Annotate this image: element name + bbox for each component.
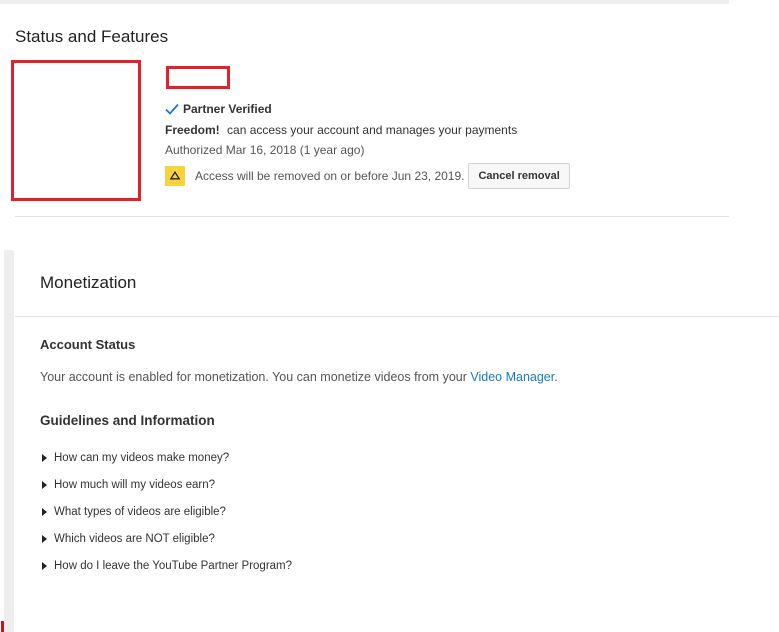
account-status-sentence: Your account is enabled for monetization… <box>40 370 471 384</box>
cancel-removal-button[interactable]: Cancel removal <box>468 162 570 189</box>
faq-item-make-money[interactable]: How can my videos make money? <box>42 444 292 471</box>
faq-item-earnings[interactable]: How much will my videos earn? <box>42 471 292 498</box>
access-description: Freedom! can access your account and man… <box>165 123 517 137</box>
check-icon <box>165 103 179 115</box>
partner-verified-label: Partner Verified <box>183 102 272 116</box>
faq-label: How much will my videos earn? <box>54 478 216 491</box>
faq-item-eligible-types[interactable]: What types of videos are eligible? <box>42 498 292 525</box>
faq-label: Which videos are NOT eligible? <box>54 532 215 545</box>
manager-name: Freedom! <box>165 123 220 137</box>
left-red-marker <box>1 621 4 632</box>
status-section-title: Status and Features <box>15 27 169 46</box>
faq-label: How can my videos make money? <box>54 451 230 464</box>
faq-item-leave-program[interactable]: How do I leave the YouTube Partner Progr… <box>42 552 292 579</box>
removal-warning-row: Access will be removed on or before Jun … <box>165 162 570 189</box>
left-rail <box>4 250 14 632</box>
account-status-title: Account Status <box>40 337 136 352</box>
authorized-date: Authorized Mar 16, 2018 (1 year ago) <box>165 143 365 157</box>
faq-label: How do I leave the YouTube Partner Progr… <box>54 559 293 572</box>
partner-verified: Partner Verified <box>165 102 272 116</box>
faq-label: What types of videos are eligible? <box>54 505 226 518</box>
top-border <box>0 0 729 4</box>
monetization-title: Monetization <box>40 273 137 292</box>
redacted-channel-avatar <box>11 60 141 201</box>
removal-warning-text: Access will be removed on or before Jun … <box>195 168 465 183</box>
video-manager-link[interactable]: Video Manager <box>470 370 554 384</box>
account-status-period: . <box>554 370 558 384</box>
warning-triangle-icon <box>165 165 185 186</box>
triangle-right-icon <box>42 561 47 570</box>
monetization-divider <box>15 316 779 317</box>
triangle-right-icon <box>42 480 47 489</box>
triangle-right-icon <box>42 453 47 462</box>
access-text: can access your account and manages your… <box>227 123 518 137</box>
triangle-right-icon <box>42 507 47 516</box>
section-divider <box>15 216 729 217</box>
guidelines-title: Guidelines and Information <box>40 413 215 428</box>
redacted-channel-name <box>166 66 230 89</box>
account-status-text: Your account is enabled for monetization… <box>40 370 558 384</box>
triangle-right-icon <box>42 534 47 543</box>
faq-list: How can my videos make money? How much w… <box>42 444 292 579</box>
faq-item-not-eligible[interactable]: Which videos are NOT eligible? <box>42 525 292 552</box>
